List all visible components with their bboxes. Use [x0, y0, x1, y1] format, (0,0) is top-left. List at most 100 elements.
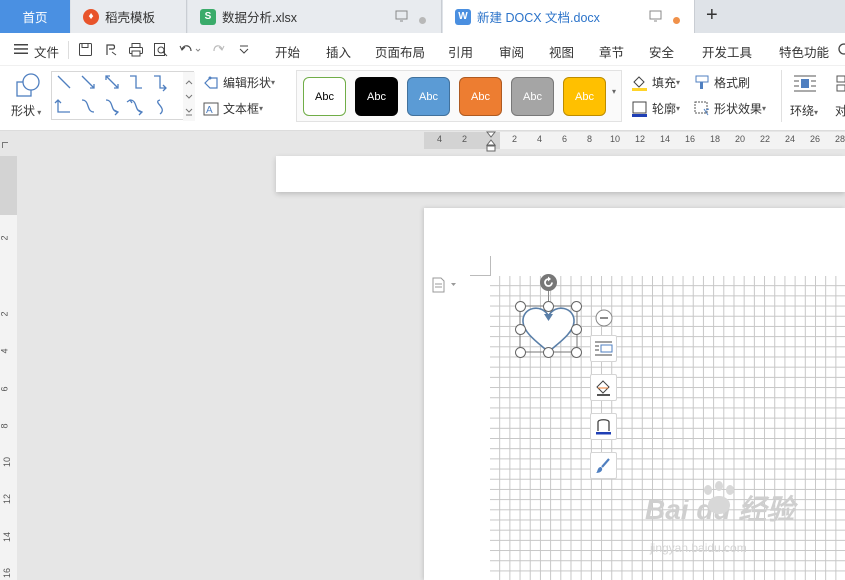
menu-security[interactable]: 安全	[649, 42, 674, 61]
shape-effects-button[interactable]: 形状效果 ▾	[694, 100, 766, 117]
ruler-tick: 16	[685, 134, 696, 144]
ruler-tick: 20	[735, 134, 746, 144]
shape-outline-button[interactable]	[590, 413, 617, 440]
ruler-tick: 28	[835, 134, 845, 144]
customize-toolbar-icon[interactable]	[238, 42, 253, 57]
new-tab-plus-icon[interactable]: +	[706, 4, 718, 27]
ruler-corner-icon[interactable]	[2, 142, 8, 148]
vertical-ruler-margin[interactable]	[0, 156, 17, 215]
line-shapes-gallery[interactable]	[51, 71, 195, 121]
docer-icon: ♦	[83, 8, 99, 25]
resize-handle[interactable]	[543, 347, 554, 358]
align-button[interactable]: 对	[835, 102, 845, 119]
text-wrap-icon[interactable]	[793, 73, 817, 98]
tab-template[interactable]: ♦ 稻壳模板	[71, 0, 187, 33]
menu-review[interactable]: 审阅	[499, 42, 524, 61]
ruler-tick: 14	[660, 134, 671, 144]
baidu-paw-logo-icon	[698, 480, 740, 519]
menu-page-layout[interactable]: 页面布局	[375, 42, 425, 61]
rotate-handle-icon[interactable]	[539, 273, 558, 295]
resize-handle[interactable]	[515, 301, 526, 312]
tab-spreadsheet-label: 数据分析.xlsx	[222, 11, 298, 25]
style-black[interactable]: Abc	[355, 77, 398, 116]
ruler-tick: 2	[0, 235, 10, 241]
ruler-tick: 14	[2, 531, 13, 543]
ruler-tick: 4	[437, 134, 443, 144]
menu-special-features[interactable]: 特色功能	[779, 42, 829, 61]
window-restore-icon[interactable]	[395, 10, 408, 25]
adjust-handle-icon[interactable]	[544, 310, 553, 321]
format-painter-button[interactable]: 格式刷	[694, 74, 750, 91]
tab-bar: 首页 ♦ 稻壳模板 S 数据分析.xlsx W 新建 DOCX 文档.docx …	[0, 0, 845, 33]
tab-close-dot-icon[interactable]	[419, 13, 426, 27]
menu-references[interactable]: 引用	[448, 42, 473, 61]
fill-bucket-icon	[596, 380, 610, 396]
export-pdf-icon[interactable]	[104, 42, 119, 57]
menu-chapter[interactable]: 章节	[599, 42, 624, 61]
tab-document[interactable]: W 新建 DOCX 文档.docx	[443, 0, 695, 33]
window-restore-icon[interactable]	[649, 10, 662, 25]
undo-icon[interactable]	[179, 42, 201, 57]
tab-home[interactable]: 首页	[0, 0, 70, 33]
baidu-watermark-url: jingyan.baidu.com	[650, 541, 747, 555]
margin-corner-mark	[490, 256, 491, 276]
resize-handle[interactable]	[571, 324, 582, 335]
edit-shape-label: 编辑形状	[223, 76, 272, 90]
ruler-tick: 6	[562, 134, 568, 144]
ruler-tick: 10	[610, 134, 621, 144]
menu-home[interactable]: 开始	[275, 42, 300, 61]
print-preview-icon[interactable]	[153, 42, 168, 57]
paragraph-menu-icon[interactable]	[431, 277, 457, 296]
margin-corner-mark	[470, 275, 490, 276]
ruler-tick: 16	[2, 567, 13, 579]
drawing-tools-ribbon: 形状 ▾ 编辑形状 ▾ A 文本框 ▾ Abc Abc Abc Abc Abc …	[0, 66, 845, 131]
resize-handle[interactable]	[571, 301, 582, 312]
layout-options-button[interactable]	[590, 335, 617, 362]
fill-button[interactable]: 填充 ▾	[631, 74, 680, 91]
resize-handle[interactable]	[515, 347, 526, 358]
ruler-tick: 18	[710, 134, 721, 144]
text-box-button[interactable]: A 文本框 ▾	[203, 100, 263, 117]
resize-handle[interactable]	[515, 324, 526, 335]
menu-developer-tools[interactable]: 开发工具	[702, 42, 752, 61]
edit-shape-button[interactable]: 编辑形状 ▾	[203, 74, 275, 91]
search-icon[interactable]	[836, 42, 845, 59]
format-painter-icon	[695, 75, 709, 89]
format-painter-float-button[interactable]	[590, 452, 617, 479]
shape-fill-button[interactable]	[590, 374, 617, 401]
menu-insert[interactable]: 插入	[326, 42, 351, 61]
unsaved-dot-icon[interactable]	[673, 13, 680, 27]
collapse-toolbar-icon[interactable]	[595, 309, 613, 330]
style-white[interactable]: Abc	[303, 77, 346, 116]
indent-marker-icon[interactable]	[485, 131, 497, 156]
outline-button[interactable]: 轮廓 ▾	[631, 100, 680, 117]
format-painter-label: 格式刷	[714, 76, 751, 90]
style-blue[interactable]: Abc	[407, 77, 450, 116]
resize-handle[interactable]	[571, 347, 582, 358]
menu-view[interactable]: 视图	[549, 42, 574, 61]
style-yellow[interactable]: Abc	[563, 77, 606, 116]
menu-file[interactable]: 文件	[34, 42, 59, 61]
ruler-tick: 4	[0, 348, 10, 354]
print-icon[interactable]	[128, 42, 143, 57]
ruler-tick: 12	[2, 493, 13, 505]
ruler-tick: 2	[512, 134, 518, 144]
shape-button[interactable]: 形状 ▾	[11, 102, 41, 119]
edit-shape-icon	[204, 76, 218, 89]
redo-icon[interactable]	[211, 42, 226, 57]
style-gallery-more-icon[interactable]: ▾	[612, 87, 616, 96]
align-icon[interactable]	[836, 73, 845, 98]
ruler-tick: 22	[760, 134, 771, 144]
style-gray[interactable]: Abc	[511, 77, 554, 116]
ruler-tick: 12	[635, 134, 646, 144]
tab-template-label: 稻壳模板	[105, 11, 156, 25]
shape-label: 形状	[11, 104, 36, 118]
tab-spreadsheet[interactable]: S 数据分析.xlsx	[188, 0, 442, 33]
wrap-button[interactable]: 环绕▾	[790, 102, 818, 119]
shape-icon[interactable]	[14, 72, 42, 103]
style-orange[interactable]: Abc	[459, 77, 502, 116]
hamburger-icon[interactable]	[14, 43, 28, 58]
shape-effects-icon	[694, 101, 710, 116]
vertical-ruler[interactable]	[0, 215, 17, 580]
save-icon[interactable]	[78, 42, 93, 57]
